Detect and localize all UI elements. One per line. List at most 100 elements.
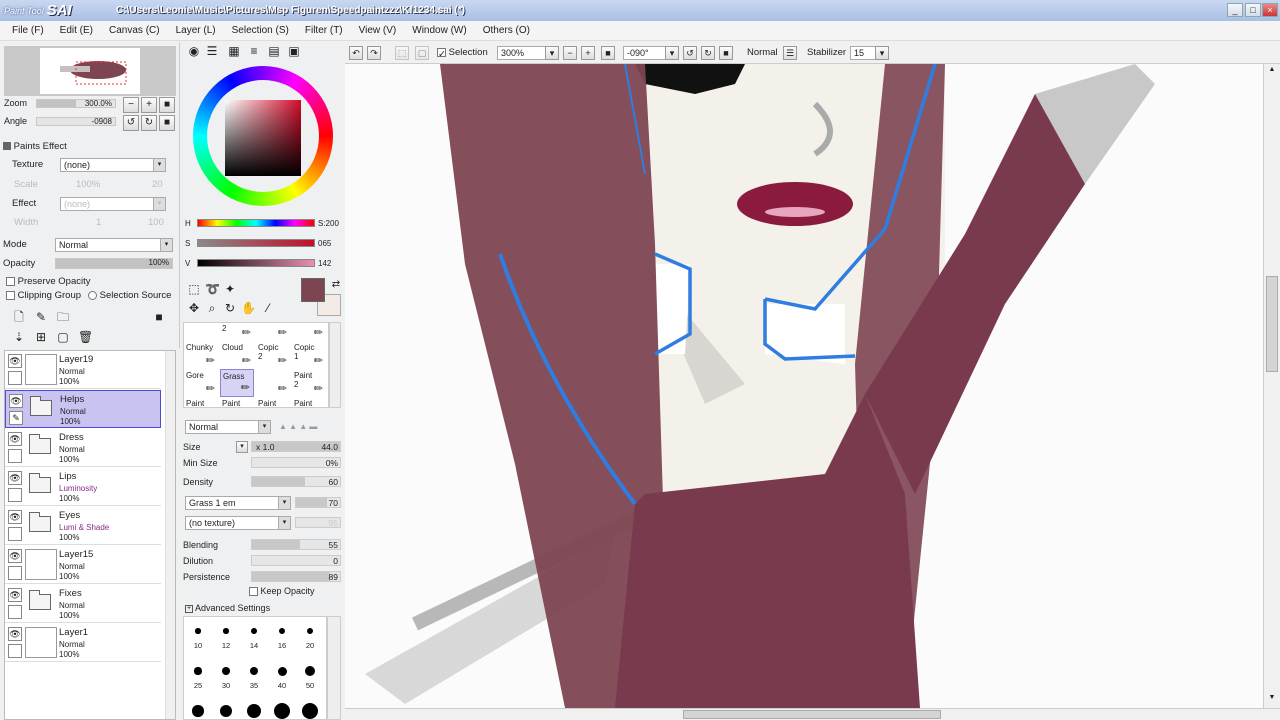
menu-selection[interactable]: Selection (S) [226,25,295,36]
scroll-down-icon[interactable]: ▼ [1266,694,1278,704]
navigator-thumbnail[interactable] [4,46,176,96]
new-layer-icon[interactable]: 🗋 [12,310,26,324]
color-wheel-tab-icon[interactable]: ◉ [187,44,201,58]
brush-texture-dropdown[interactable]: (no texture) ▾ [185,516,291,530]
brush-size-dot[interactable] [302,703,318,719]
visibility-eye-icon[interactable]: 👁 [8,588,22,602]
brush-shape-presets[interactable]: ▲ ▲ ▲ ▬ [279,422,317,431]
blend-mode-dropdown[interactable]: Normal ▾ [55,238,173,252]
visibility-eye-icon[interactable]: 👁 [9,394,23,408]
brush-shape-dropdown[interactable]: Grass 1 em ▾ [185,496,291,510]
value-bar[interactable] [197,259,315,267]
stabilizer-field[interactable]: 15 [850,46,876,60]
rgb-slider-tab-icon[interactable]: ☰ [205,44,219,58]
palette-tab-icon[interactable]: ▣ [287,44,301,58]
layer-mask-icon[interactable]: ■ [152,310,166,324]
swatch-tab-icon[interactable]: ▦ [227,44,241,58]
layer-list-scrollbar[interactable] [165,351,175,719]
selection-source-radio[interactable] [88,290,97,300]
size-multiplier-button[interactable]: ▾ [236,441,248,453]
delete-layer-icon[interactable]: 🗑 [78,330,93,344]
menu-others[interactable]: Others (O) [477,25,536,36]
layer-lock-toggle[interactable]: ✎ [9,411,23,425]
hsv-slider-tab-icon[interactable]: ≡ [247,44,261,58]
eyedropper-icon[interactable]: ⁄ [261,301,275,315]
brush-tool-slot[interactable]: Chalk ✏ [292,323,326,341]
hue-bar[interactable] [197,219,315,227]
visibility-eye-icon[interactable]: 👁 [8,354,22,368]
swap-colors-icon[interactable]: ⇄ [329,278,343,292]
zoom-in-button[interactable]: + [141,97,157,113]
visibility-eye-icon[interactable]: 👁 [8,510,22,524]
brush-tool-slot[interactable]: Paint✏ [220,397,254,407]
brush-tool-slot[interactable]: Chunky ✏ [184,341,218,369]
layer-row[interactable]: 👁 ✎ Helps Normal 100% [5,390,161,428]
clipping-group-option[interactable]: Clipping Group [6,290,81,301]
size-presets-scrollbar[interactable] [327,616,341,720]
saturation-bar[interactable] [197,239,315,247]
dilution-slider[interactable]: 0 [251,555,341,566]
brush-size-dot[interactable] [223,628,229,634]
layer-row[interactable]: 👁 Layer19 Normal 100% [5,351,161,389]
move-icon[interactable]: ✥ [187,301,201,315]
opacity-slider[interactable]: 100% [55,258,173,269]
texture-dropdown[interactable]: (none) ▾ [60,158,166,172]
rotate-right-button[interactable]: ↻ [141,115,157,131]
effect-dropdown[interactable]: (none) ▾ [60,197,166,211]
main-color-swatch[interactable] [301,278,325,302]
brush-tool-slot[interactable]: Gore ✏ [184,369,218,397]
rotate-left-button[interactable]: ↺ [123,115,139,131]
flip-view-button[interactable]: ☰ [783,46,797,60]
canvas-mode-value[interactable]: Normal [747,47,778,58]
paints-effect-header[interactable]: Paints Effect [3,141,67,152]
brush-size-dot[interactable] [195,628,201,634]
canvas-angle-field[interactable]: -090° [623,46,667,60]
brush-size-dot[interactable] [274,703,290,719]
rotate-icon[interactable]: ↻ [223,301,237,315]
selection-toggle[interactable]: ✓ Selection [437,47,488,60]
drawing-canvas[interactable] [345,64,1263,708]
keep-opacity-option[interactable]: Keep Opacity [249,586,315,597]
vertical-scroll-thumb[interactable] [1266,276,1278,372]
transfer-down-icon[interactable]: ⇣ [12,330,26,344]
menu-layer[interactable]: Layer (L) [170,25,222,36]
visibility-eye-icon[interactable]: 👁 [8,549,22,563]
visibility-eye-icon[interactable]: 👁 [8,432,22,446]
canvas-zoom-out-button[interactable]: − [563,46,577,60]
zoom-icon[interactable]: ⌕ [205,301,219,315]
brush-size-dot[interactable] [222,667,230,675]
brush-size-dot[interactable] [249,666,259,676]
brush-size-dot[interactable] [251,628,257,634]
saturation-value-square[interactable] [225,100,301,176]
preserve-opacity-option[interactable]: Preserve Opacity [6,276,91,287]
clipping-group-checkbox[interactable] [6,290,15,300]
rotate-reset-button[interactable]: ■ [159,115,175,131]
layer-lock-toggle[interactable] [8,644,22,658]
rect-select-icon[interactable]: ⬚ [187,282,201,296]
canvas-rotate-reset-button[interactable]: ■ [719,46,733,60]
undo-button[interactable]: ↶ [349,46,363,60]
layer-row[interactable]: 👁 Lips Luminosity 100% [5,468,161,506]
selection-source-option[interactable]: Selection Source [88,290,171,301]
zoom-slider[interactable]: 300.0% [36,99,116,108]
brush-size-dot[interactable] [192,705,204,717]
blending-slider[interactable]: 55 [251,539,341,550]
brush-size-dot[interactable] [194,667,202,675]
show-selection-checkbox[interactable]: ✓ [437,47,446,60]
canvas-vertical-scrollbar[interactable]: ▲ ▼ [1263,64,1280,708]
layer-row[interactable]: 👁 Dress Normal 100% [5,429,161,467]
density-slider[interactable]: 60 [251,476,341,487]
deselect-button[interactable]: ⬚ [395,46,409,60]
layer-lock-toggle[interactable] [8,566,22,580]
preserve-opacity-checkbox[interactable] [6,276,15,286]
canvas-zoom-field[interactable]: 300% [497,46,547,60]
size-slider[interactable]: x 1.0 44.0 [251,441,341,452]
layer-lock-toggle[interactable] [8,605,22,619]
brush-texture-strength[interactable]: 95 [295,517,341,528]
tool-grid-scrollbar[interactable] [329,322,341,408]
horizontal-scroll-thumb[interactable] [683,710,941,719]
brush-tool-slot[interactable]: Blend ✏ [256,323,290,341]
layer-lock-toggle[interactable] [8,371,22,385]
clear-layer-icon[interactable]: ▢ [56,330,70,344]
brush-tool-slot[interactable]: Paint✏ [184,397,218,407]
